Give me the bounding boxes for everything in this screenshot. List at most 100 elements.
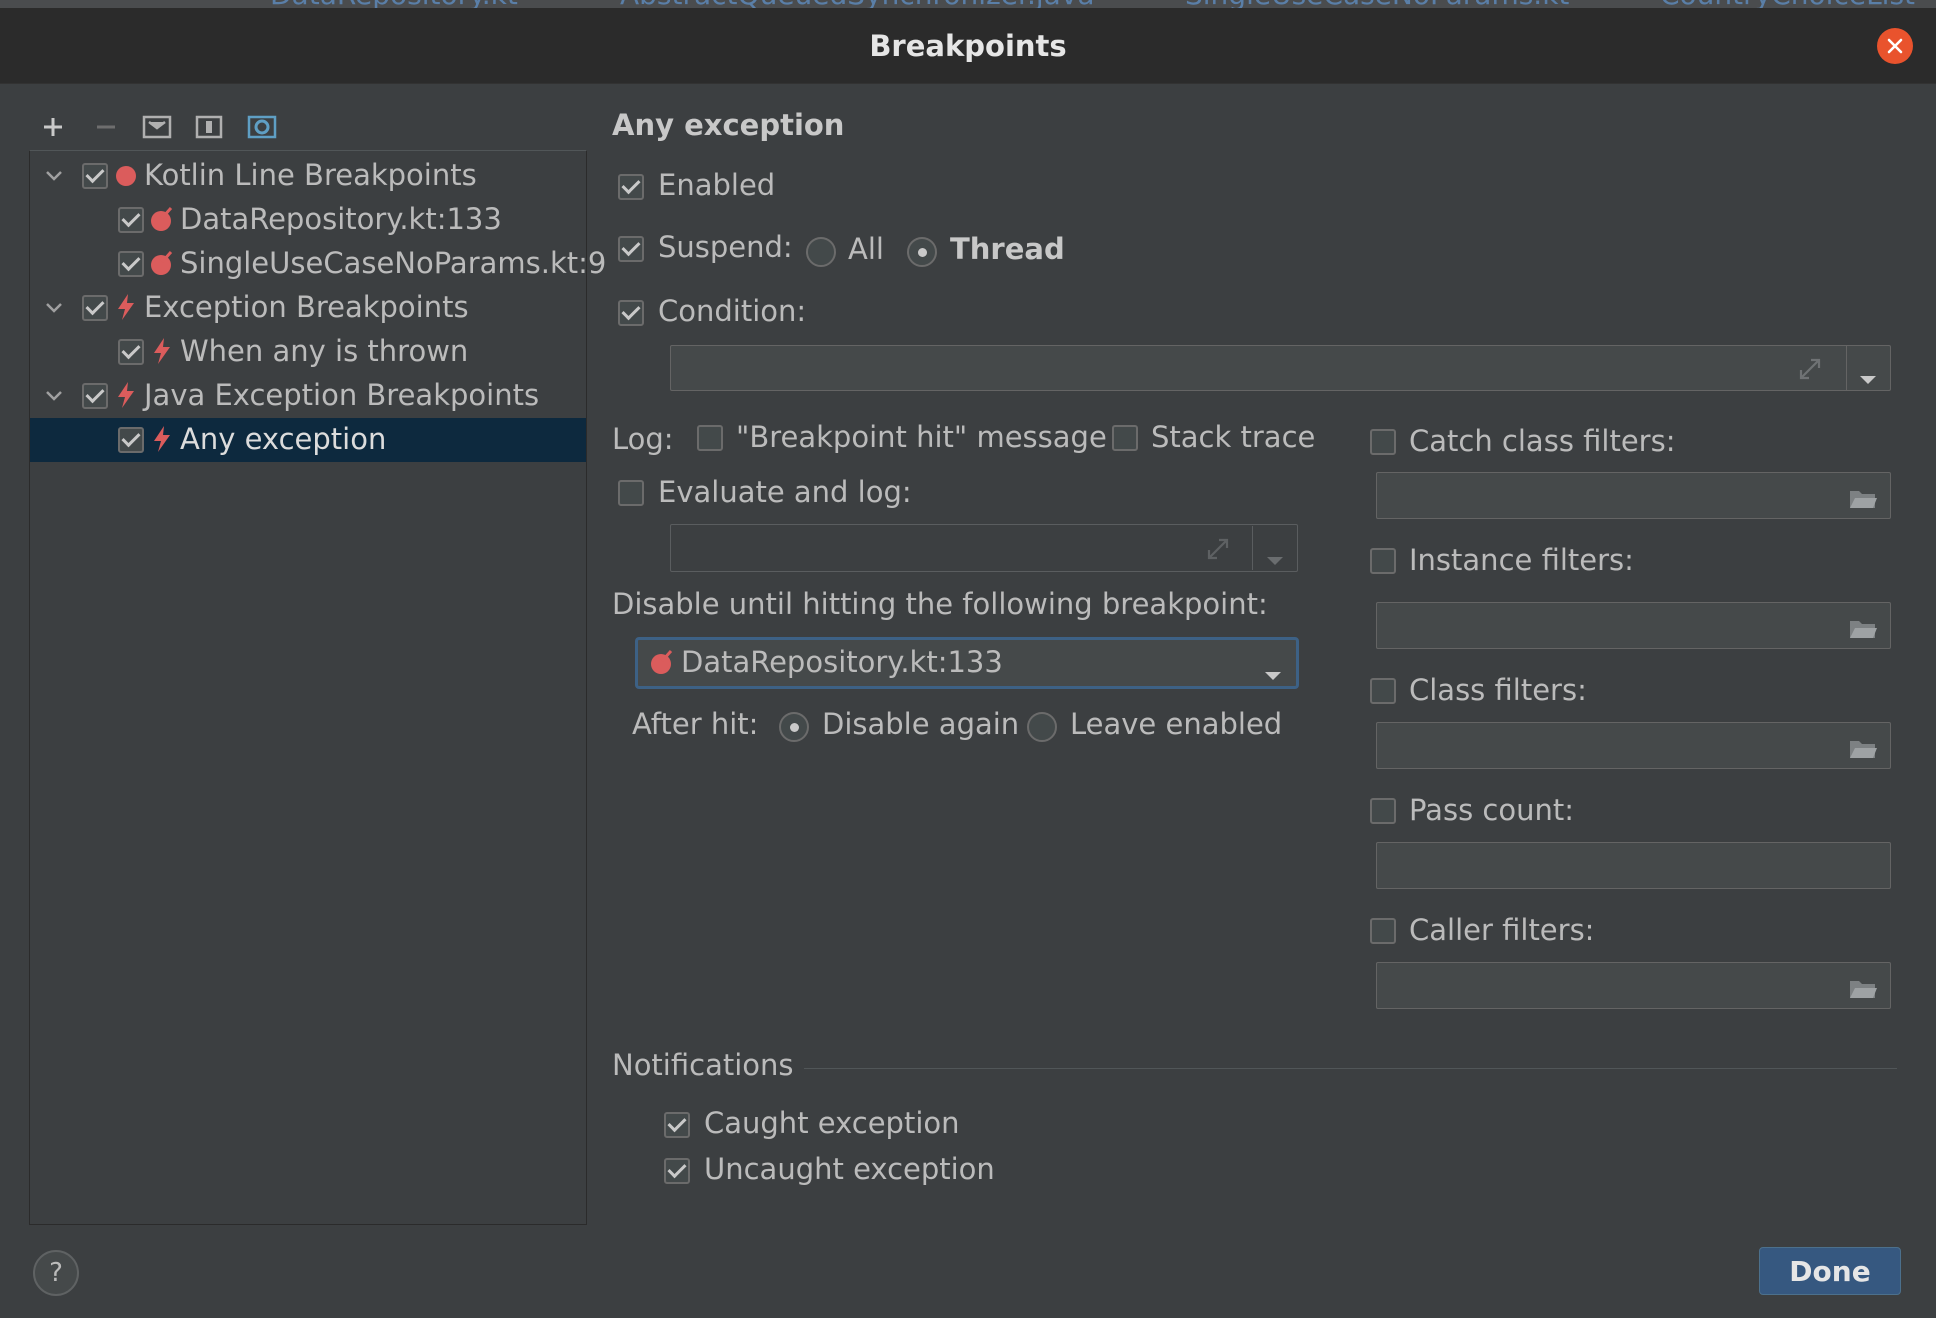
tree-item-label: Java Exception Breakpoints xyxy=(144,378,540,412)
pass-count-input[interactable] xyxy=(1376,842,1891,889)
evaluate-log-checkbox[interactable] xyxy=(618,480,644,506)
tree-group-java-exception[interactable]: Java Exception Breakpoints xyxy=(30,374,586,418)
lightning-icon xyxy=(150,425,174,453)
catch-class-filters-input[interactable] xyxy=(1376,472,1891,519)
chevron-down-icon xyxy=(1860,376,1876,384)
close-button[interactable] xyxy=(1877,28,1913,64)
minus-icon xyxy=(97,125,115,129)
tree-group-kotlin-line[interactable]: Kotlin Line Breakpoints xyxy=(30,154,586,198)
expand-icon[interactable] xyxy=(1797,355,1823,389)
stack-trace-label: Stack trace xyxy=(1151,420,1316,454)
suspend-all-radio[interactable] xyxy=(806,237,836,267)
tree-item-label: When any is thrown xyxy=(180,334,469,368)
tree-item-label: Exception Breakpoints xyxy=(144,290,469,324)
suspend-label: Suspend: xyxy=(658,230,793,264)
chevron-down-icon[interactable] xyxy=(44,386,64,406)
class-group-icon xyxy=(247,115,277,139)
catch-class-filters-checkbox[interactable] xyxy=(1370,429,1396,455)
dialog-title: Breakpoints xyxy=(869,29,1067,63)
chevron-down-icon[interactable] xyxy=(44,298,64,318)
chevron-down-icon xyxy=(1267,557,1283,565)
disable-until-select[interactable]: DataRepository.kt:133 xyxy=(635,637,1299,689)
add-breakpoint-button[interactable] xyxy=(36,110,70,144)
breakpoints-tree[interactable]: Kotlin Line Breakpoints DataRepository.k… xyxy=(29,150,606,1225)
tree-checkbox[interactable] xyxy=(82,383,108,409)
evaluate-dropdown-button[interactable] xyxy=(1265,541,1285,575)
lightning-icon xyxy=(114,381,138,409)
suspend-thread-radio[interactable] xyxy=(907,237,937,267)
instance-filters-checkbox[interactable] xyxy=(1370,548,1396,574)
tree-item-any-exception[interactable]: Any exception xyxy=(30,418,586,462)
chevron-down-icon[interactable] xyxy=(44,166,64,186)
tree-item-label: Kotlin Line Breakpoints xyxy=(144,158,477,192)
stack-trace-checkbox[interactable] xyxy=(1112,425,1138,451)
help-button[interactable]: ? xyxy=(33,1250,79,1296)
remove-breakpoint-button[interactable] xyxy=(89,110,123,144)
enabled-checkbox[interactable] xyxy=(618,174,644,200)
pass-count-checkbox[interactable] xyxy=(1370,798,1396,824)
plus-icon xyxy=(44,118,62,136)
pass-count-label: Pass count: xyxy=(1409,793,1574,827)
caught-exception-checkbox[interactable] xyxy=(664,1112,690,1138)
tree-item-label: DataRepository.kt:133 xyxy=(180,202,502,236)
tree-checkbox[interactable] xyxy=(82,163,108,189)
uncaught-exception-label: Uncaught exception xyxy=(704,1152,995,1186)
tree-checkbox[interactable] xyxy=(118,207,144,233)
enabled-label: Enabled xyxy=(658,168,776,202)
ide-tab: CountryChoiceList xyxy=(1660,0,1915,8)
folder-group-icon xyxy=(142,115,172,139)
tree-item-datarepository[interactable]: DataRepository.kt:133 xyxy=(30,198,586,242)
class-filters-checkbox[interactable] xyxy=(1370,678,1396,704)
details-heading: Any exception xyxy=(612,108,845,142)
caller-filters-checkbox[interactable] xyxy=(1370,918,1396,944)
evaluate-log-input[interactable] xyxy=(670,524,1298,572)
log-message-label: "Breakpoint hit" message xyxy=(736,420,1107,454)
tree-checkbox[interactable] xyxy=(118,427,144,453)
class-filters-label: Class filters: xyxy=(1409,673,1587,707)
notifications-separator xyxy=(804,1068,1897,1069)
breakpoint-dot-icon xyxy=(114,162,138,190)
tree-group-exception[interactable]: Exception Breakpoints xyxy=(30,286,586,330)
disable-again-radio[interactable] xyxy=(779,712,809,742)
leave-enabled-radio[interactable] xyxy=(1027,712,1057,742)
condition-dropdown-button[interactable] xyxy=(1858,360,1878,394)
tree-item-singleusecase[interactable]: SingleUseCaseNoParams.kt:9 xyxy=(30,242,606,286)
disable-until-label: Disable until hitting the following brea… xyxy=(612,587,1268,621)
divider xyxy=(1846,346,1847,390)
group-by-class-button[interactable] xyxy=(245,110,279,144)
condition-checkbox[interactable] xyxy=(618,300,644,326)
suspend-checkbox[interactable] xyxy=(618,236,644,262)
instance-filters-input[interactable] xyxy=(1376,602,1891,649)
condition-input[interactable] xyxy=(670,345,1891,391)
instance-filters-label: Instance filters: xyxy=(1409,543,1634,577)
group-by-file-button[interactable] xyxy=(192,110,226,144)
class-filters-input[interactable] xyxy=(1376,722,1891,769)
folder-icon[interactable] xyxy=(1848,614,1878,648)
folder-icon[interactable] xyxy=(1848,484,1878,518)
suspend-thread-label: Thread xyxy=(950,232,1065,266)
done-button[interactable]: Done xyxy=(1759,1247,1901,1295)
caller-filters-input[interactable] xyxy=(1376,962,1891,1009)
ide-tab: DataRepository.kt xyxy=(270,0,518,8)
tree-item-when-any-thrown[interactable]: When any is thrown xyxy=(30,330,586,374)
uncaught-exception-checkbox[interactable] xyxy=(664,1158,690,1184)
tree-checkbox[interactable] xyxy=(118,339,144,365)
log-message-checkbox[interactable] xyxy=(697,425,723,451)
notifications-label: Notifications xyxy=(612,1048,794,1082)
disable-until-value: DataRepository.kt:133 xyxy=(681,645,1003,679)
folder-icon[interactable] xyxy=(1848,734,1878,768)
group-by-package-button[interactable] xyxy=(140,110,174,144)
lightning-icon xyxy=(150,337,174,365)
ide-tab-strip: DataRepository.kt AbstractQueuedSynchron… xyxy=(0,0,1936,8)
caller-filters-label: Caller filters: xyxy=(1409,913,1595,947)
expand-icon[interactable] xyxy=(1205,535,1231,569)
line-breakpoint-icon xyxy=(150,250,174,278)
suspend-all-label: All xyxy=(848,232,884,266)
line-breakpoint-icon xyxy=(650,649,674,683)
tree-checkbox[interactable] xyxy=(118,251,144,277)
evaluate-log-label: Evaluate and log: xyxy=(658,475,912,509)
caught-exception-label: Caught exception xyxy=(704,1106,960,1140)
tree-checkbox[interactable] xyxy=(82,295,108,321)
file-group-icon xyxy=(195,115,223,139)
folder-icon[interactable] xyxy=(1848,974,1878,1008)
